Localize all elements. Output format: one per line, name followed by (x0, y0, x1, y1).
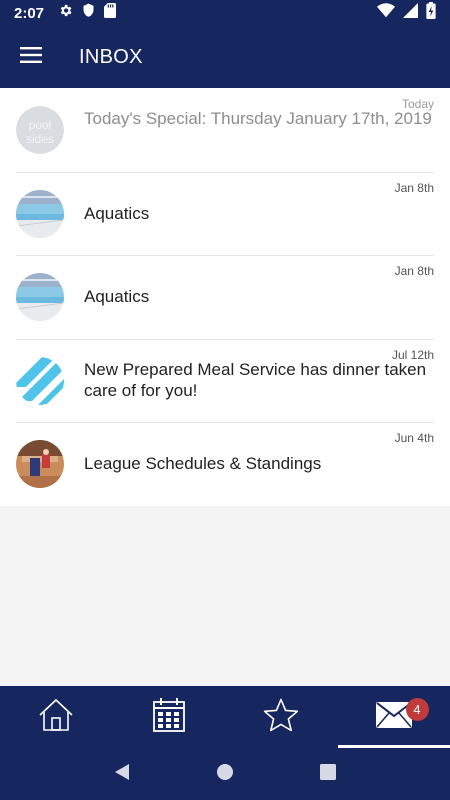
home-icon (38, 698, 74, 737)
system-recents-button[interactable] (308, 754, 348, 794)
page-title: INBOX (79, 45, 143, 68)
inbox-message-item[interactable]: Jan 8th Aquatics (0, 171, 450, 256)
avatar-stripes-logo (16, 356, 64, 405)
message-date: Jan 8th (394, 264, 434, 278)
status-bar: 2:07 (0, 0, 450, 26)
avatar-poolsides-logo: pool sides (16, 106, 64, 154)
message-date: Jun 4th (394, 431, 434, 445)
avatar-pool-image (16, 189, 64, 238)
message-date: Jan 8th (394, 180, 434, 195)
system-nav-bar (0, 748, 450, 800)
recents-icon (320, 763, 337, 785)
wifi-icon (377, 3, 395, 23)
message-title: New Prepared Meal Service has dinner tak… (84, 359, 427, 400)
back-icon (114, 763, 130, 786)
avatar-league-image (16, 440, 64, 488)
system-home-button[interactable] (205, 754, 245, 794)
svg-text:sides: sides (26, 132, 54, 146)
message-title: Today's Special: Thursday January 17th, … (84, 109, 432, 128)
system-back-button[interactable] (102, 754, 142, 794)
message-title: Aquatics (84, 287, 150, 306)
tab-favorites[interactable] (225, 686, 338, 748)
status-time: 2:07 (14, 4, 45, 22)
inbox-list: pool sides Today Today's Special: Thursd… (0, 88, 450, 506)
inbox-message-item[interactable]: Jan 8th Aquatics (0, 255, 450, 339)
svg-text:pool: pool (29, 118, 52, 132)
hamburger-menu-button[interactable] (0, 26, 62, 88)
cellular-signal-icon (403, 3, 418, 23)
sd-card-icon (104, 3, 117, 23)
inbox-message-item[interactable]: pool sides Today Today's Special: Thursd… (0, 88, 450, 172)
star-icon (263, 698, 299, 737)
bottom-nav: 4 (0, 686, 450, 748)
tab-inbox[interactable]: 4 (337, 686, 450, 748)
battery-charging-icon (426, 2, 436, 24)
gear-icon (58, 3, 73, 23)
message-title: Aquatics (84, 203, 150, 223)
tab-home[interactable] (0, 686, 113, 748)
shield-icon (82, 3, 95, 23)
tab-calendar[interactable] (113, 686, 226, 748)
app-bar: INBOX (0, 26, 450, 88)
message-title: League Schedules & Standings (84, 454, 322, 473)
hamburger-menu-icon (20, 46, 42, 68)
home-circle-icon (216, 763, 234, 786)
avatar-pool-image (16, 273, 64, 321)
unread-count-badge: 4 (405, 698, 429, 721)
calendar-icon (152, 697, 185, 737)
inbox-message-item[interactable]: Jun 4th League Schedules & Standings (0, 422, 450, 506)
inbox-message-item[interactable]: Jul 12th New Prepared Meal Service has d… (0, 338, 450, 423)
